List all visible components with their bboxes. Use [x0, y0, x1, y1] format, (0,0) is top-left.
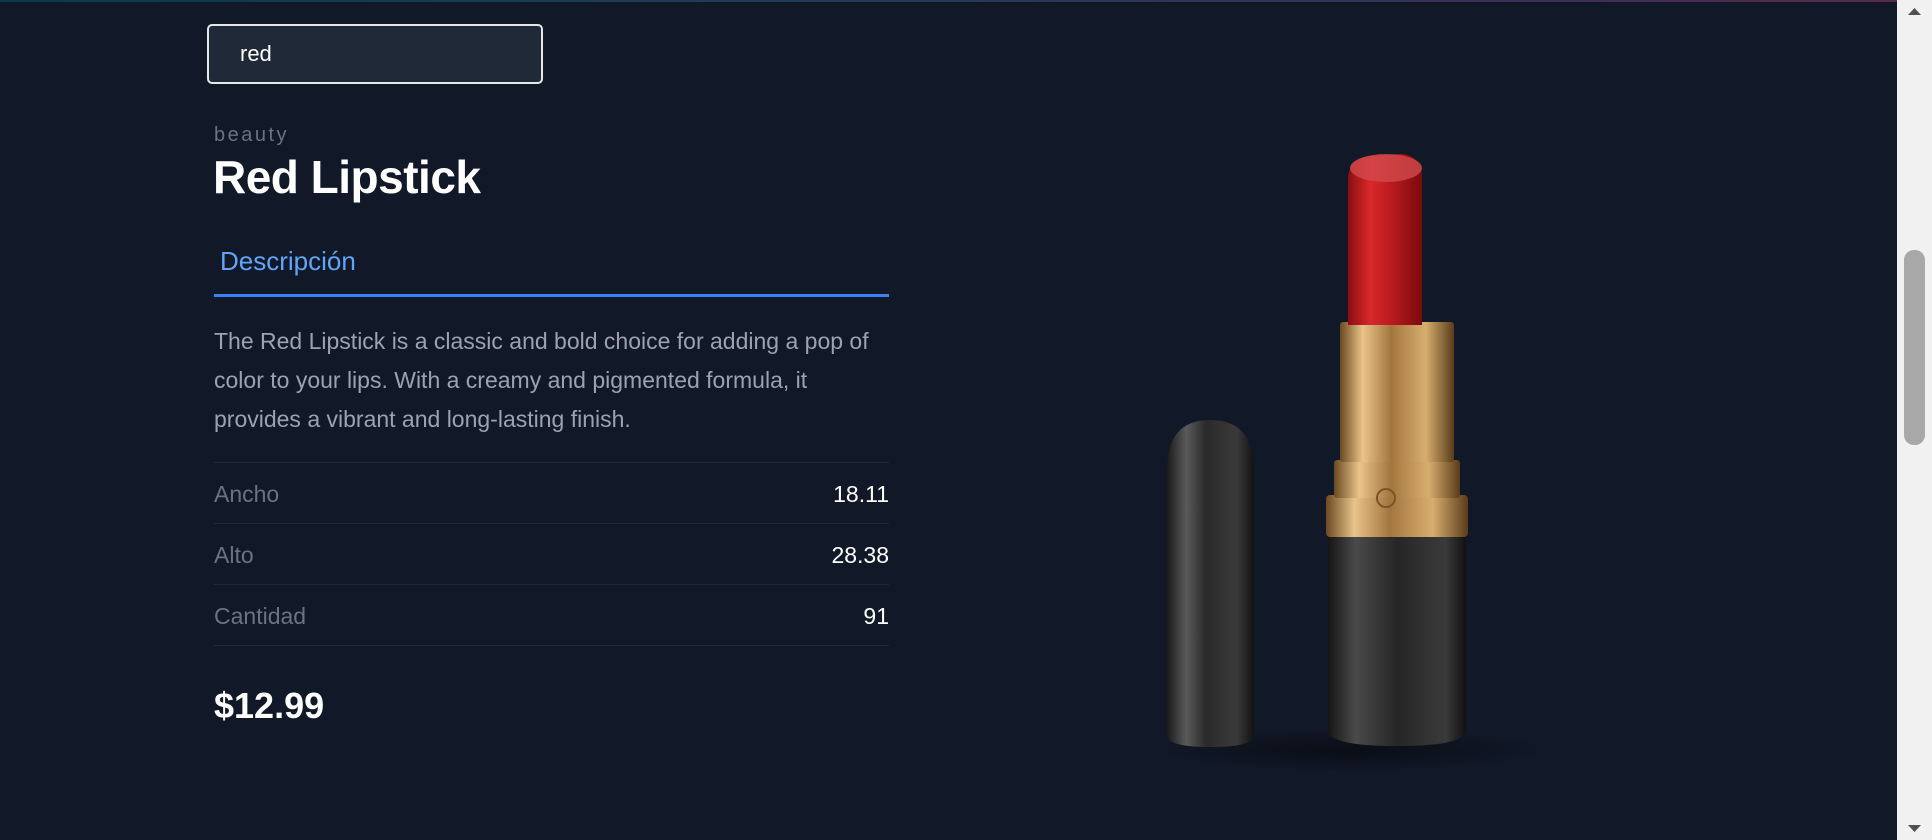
scrollbar[interactable] — [1897, 0, 1932, 840]
product-image — [1150, 154, 1540, 772]
lipstick-sleeve — [1340, 322, 1454, 462]
spec-value: 28.38 — [831, 542, 889, 568]
scrollbar-thumb[interactable] — [1904, 250, 1925, 445]
spec-table: Ancho 18.11 Alto 28.38 Cantidad 91 — [214, 462, 889, 646]
lipstick-collar-band — [1334, 460, 1460, 498]
top-accent-line — [0, 0, 1897, 2]
triangle-up-icon[interactable] — [1897, 0, 1932, 22]
search-input[interactable] — [207, 24, 543, 84]
spec-row-quantity: Cantidad 91 — [214, 585, 889, 646]
lipstick-cap — [1167, 420, 1254, 747]
product-title: Red Lipstick — [213, 151, 481, 203]
tab-description[interactable]: Descripción — [220, 246, 356, 277]
spec-value: 18.11 — [833, 481, 889, 507]
spec-label: Cantidad — [214, 603, 307, 629]
spec-value: 91 — [863, 603, 889, 629]
product-price: $12.99 — [214, 685, 325, 726]
triangle-down-icon[interactable] — [1897, 818, 1932, 840]
spec-row-width: Ancho 18.11 — [214, 463, 889, 524]
lipstick-base — [1328, 535, 1466, 746]
lipstick-collar — [1326, 495, 1468, 537]
product-description: The Red Lipstick is a classic and bold c… — [214, 328, 869, 432]
spec-label: Ancho — [214, 481, 280, 507]
tab-bar: Descripción — [214, 236, 889, 297]
product-category: beauty — [214, 124, 290, 146]
spec-row-height: Alto 28.38 — [214, 524, 889, 585]
spec-label: Alto — [214, 542, 254, 568]
